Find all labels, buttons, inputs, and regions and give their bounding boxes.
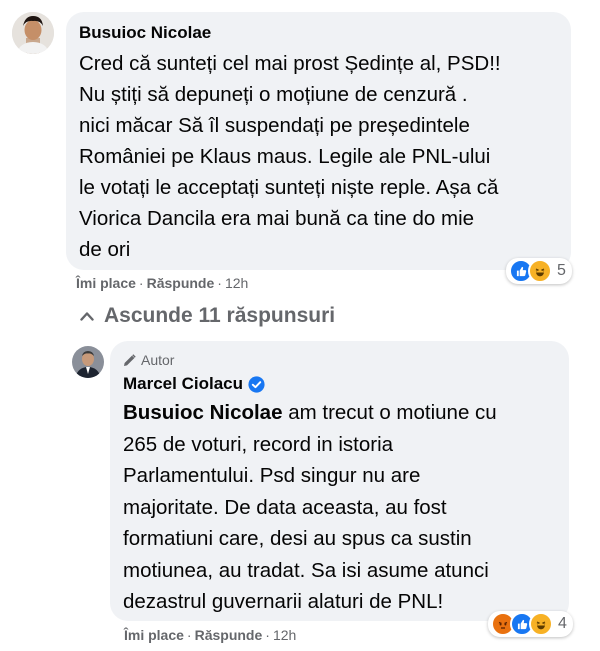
comment-line: le votați le acceptați sunteți niște rep… bbox=[79, 176, 499, 199]
reply-text: Busuioc Nicolae am trecut o motiune cu 2… bbox=[123, 397, 497, 618]
reply-line: motiunea, au tradat. Sa isi asume atunci bbox=[123, 558, 489, 582]
comment-line: României pe Klaus maus. Legile ale PNL-u… bbox=[79, 145, 491, 168]
comment-text: Cred că sunteți cel mai prost Ședințe al… bbox=[79, 48, 569, 265]
separator-dot: · bbox=[217, 275, 222, 291]
reply-line: 265 de voturi, record in istoria bbox=[123, 432, 394, 456]
person-photo-icon bbox=[12, 12, 54, 54]
comment-line: Cred că sunteți cel mai prost Ședințe al… bbox=[79, 52, 501, 75]
separator-dot: · bbox=[138, 275, 144, 291]
haha-icon bbox=[528, 259, 552, 283]
comment-line: Viorica Dancila era mai bună ca tine do … bbox=[79, 207, 475, 230]
verified-icon bbox=[248, 375, 265, 393]
comment-reactions[interactable]: 5 bbox=[506, 258, 572, 284]
person-photo-icon bbox=[72, 346, 104, 378]
avatar-marcel-ciolacu[interactable] bbox=[72, 346, 104, 378]
separator-dot: · bbox=[265, 627, 270, 643]
comment-line: de ori bbox=[79, 238, 131, 261]
reply-link[interactable]: Răspunde bbox=[195, 627, 263, 643]
reply-line: dezastrul guvernarii alaturi de PNL! bbox=[123, 590, 444, 613]
hide-replies-label: Ascunde 11 răspunsuri bbox=[104, 304, 336, 327]
reply-line: majoritate. De data aceasta, au fost bbox=[123, 495, 447, 519]
reply-bubble: Autor Marcel Ciolacu Busuioc Nicolae am … bbox=[110, 341, 569, 621]
reaction-count: 4 bbox=[558, 615, 567, 632]
comment-actions: Îmi place · Răspunde · 12h bbox=[76, 275, 248, 291]
reply-author: Marcel Ciolacu bbox=[123, 374, 265, 394]
comment-line: Nu știți să depuneți o moțiune de cenzur… bbox=[79, 83, 468, 106]
comment-bubble: Busuioc Nicolae Cred că sunteți cel mai … bbox=[66, 12, 571, 270]
reply-author-name[interactable]: Marcel Ciolacu bbox=[123, 374, 243, 394]
reply-link[interactable]: Răspunde bbox=[147, 275, 215, 291]
avatar-busuioc-nicolae[interactable] bbox=[12, 12, 54, 54]
author-badge: Autor bbox=[123, 352, 174, 368]
comment-line: nici măcar Să îl suspendați pe președint… bbox=[79, 114, 470, 137]
reply-line: Parlamentului. Psd singur nu are bbox=[123, 464, 421, 487]
hide-replies-toggle[interactable]: Ascunde 11 răspunsuri bbox=[80, 304, 335, 328]
like-link[interactable]: Îmi place bbox=[76, 275, 136, 291]
reply-reactions[interactable]: 4 bbox=[488, 611, 573, 637]
chevron-up-icon bbox=[80, 312, 94, 321]
comment-author[interactable]: Busuioc Nicolae bbox=[79, 23, 211, 43]
timestamp[interactable]: 12h bbox=[273, 627, 296, 643]
reply-first-line: Busuioc Nicolae am trecut o motiune cu bbox=[123, 397, 497, 429]
reply-line: am trecut o motiune cu bbox=[282, 401, 497, 424]
haha-icon bbox=[529, 612, 553, 636]
pencil-icon bbox=[124, 353, 136, 366]
separator-dot: · bbox=[186, 627, 192, 643]
author-badge-label: Autor bbox=[141, 352, 175, 368]
reply-actions: Îmi place · Răspunde · 12h bbox=[124, 627, 296, 643]
like-link[interactable]: Îmi place bbox=[124, 627, 184, 643]
reply-line: formatiuni care, desi au spus ca sustin bbox=[123, 527, 472, 550]
reaction-count: 5 bbox=[557, 262, 566, 279]
timestamp[interactable]: 12h bbox=[225, 275, 248, 291]
mention-link[interactable]: Busuioc Nicolae bbox=[123, 401, 283, 424]
